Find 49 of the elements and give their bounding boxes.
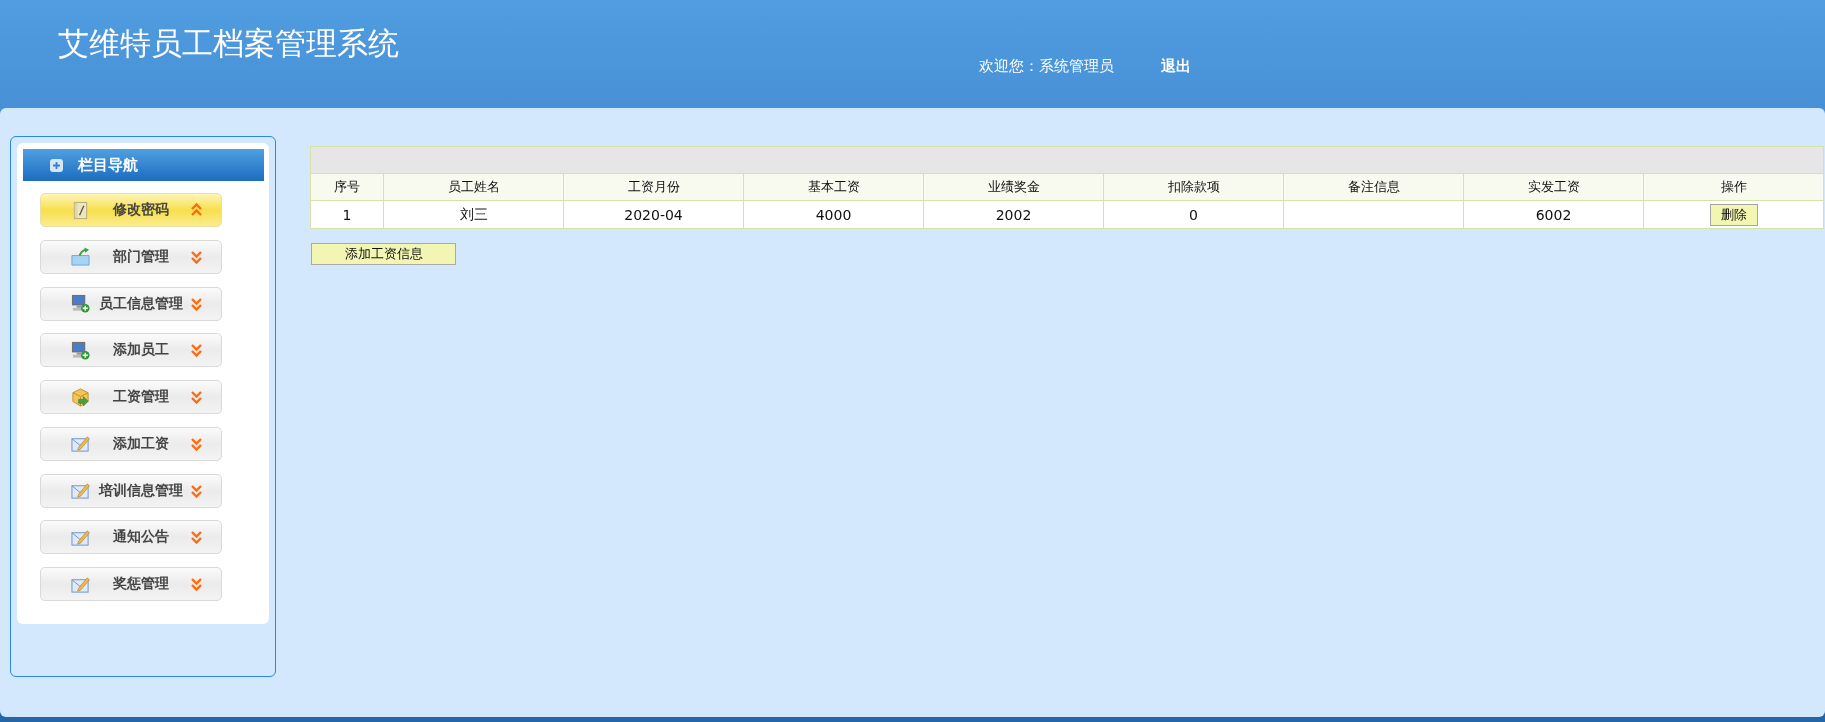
sidebar-item[interactable]: 工资管理 <box>40 380 222 414</box>
double-chevron-down-icon <box>191 343 202 358</box>
sidebar-item[interactable]: 奖惩管理 <box>40 567 222 601</box>
delete-button[interactable]: 删除 <box>1709 203 1758 226</box>
double-chevron-down-icon <box>191 483 202 498</box>
table-cell: 1 <box>310 200 384 229</box>
column-header: 工资月份 <box>563 173 744 201</box>
monitor-plus-icon <box>71 340 90 360</box>
table-cell: 4000 <box>743 200 924 229</box>
app-title: 艾维特员工档案管理系统 <box>58 26 400 62</box>
sidebar-item[interactable]: 培训信息管理 <box>40 473 222 508</box>
envelope-pencil-icon <box>71 574 90 594</box>
double-chevron-down-icon <box>191 296 202 311</box>
table-cell: 刘三 <box>383 200 564 229</box>
double-chevron-down-icon <box>191 390 202 404</box>
double-chevron-down-icon <box>191 530 202 545</box>
tray-arrow-icon <box>71 247 90 267</box>
monitor-plus-icon <box>71 294 90 313</box>
column-header: 序号 <box>310 173 384 201</box>
column-header: 业绩奖金 <box>923 173 1104 201</box>
box-arrow-icon <box>71 387 90 407</box>
add-salary-button[interactable]: 添加工资信息 <box>311 243 456 265</box>
welcome-text: 欢迎您：系统管理员 <box>979 56 1114 76</box>
column-header: 扣除款项 <box>1103 173 1284 201</box>
table-cell: 6002 <box>1463 200 1644 229</box>
double-chevron-down-icon <box>191 577 202 591</box>
column-header: 实发工资 <box>1463 173 1644 201</box>
column-header: 基本工资 <box>743 173 924 201</box>
plus-icon[interactable] <box>50 158 63 172</box>
nav-title: 栏目导航 <box>78 156 138 174</box>
column-header: 备注信息 <box>1283 173 1464 201</box>
sidebar-item[interactable]: 部门管理 <box>40 239 222 274</box>
table-cell: 0 <box>1103 200 1284 229</box>
table-cell: 2020-04 <box>563 200 744 229</box>
column-header: 员工姓名 <box>383 173 564 201</box>
envelope-pencil-icon <box>71 481 90 500</box>
double-chevron-down-icon <box>191 436 202 451</box>
notepad-icon <box>71 200 90 220</box>
table-cell: 2002 <box>923 200 1104 229</box>
sidebar-item[interactable]: 添加工资 <box>40 426 222 461</box>
double-chevron-up-icon <box>191 203 202 217</box>
envelope-pencil-icon <box>71 434 90 454</box>
double-chevron-down-icon <box>191 249 202 264</box>
sidebar-item[interactable]: 通知公告 <box>40 520 222 555</box>
column-header: 操作 <box>1643 173 1824 201</box>
sidebar-item[interactable]: 修改密码 <box>40 193 222 227</box>
envelope-pencil-icon <box>71 527 90 547</box>
sidebar-item[interactable]: 员工信息管理 <box>40 286 222 321</box>
sidebar-item[interactable]: 添加员工 <box>40 333 222 368</box>
